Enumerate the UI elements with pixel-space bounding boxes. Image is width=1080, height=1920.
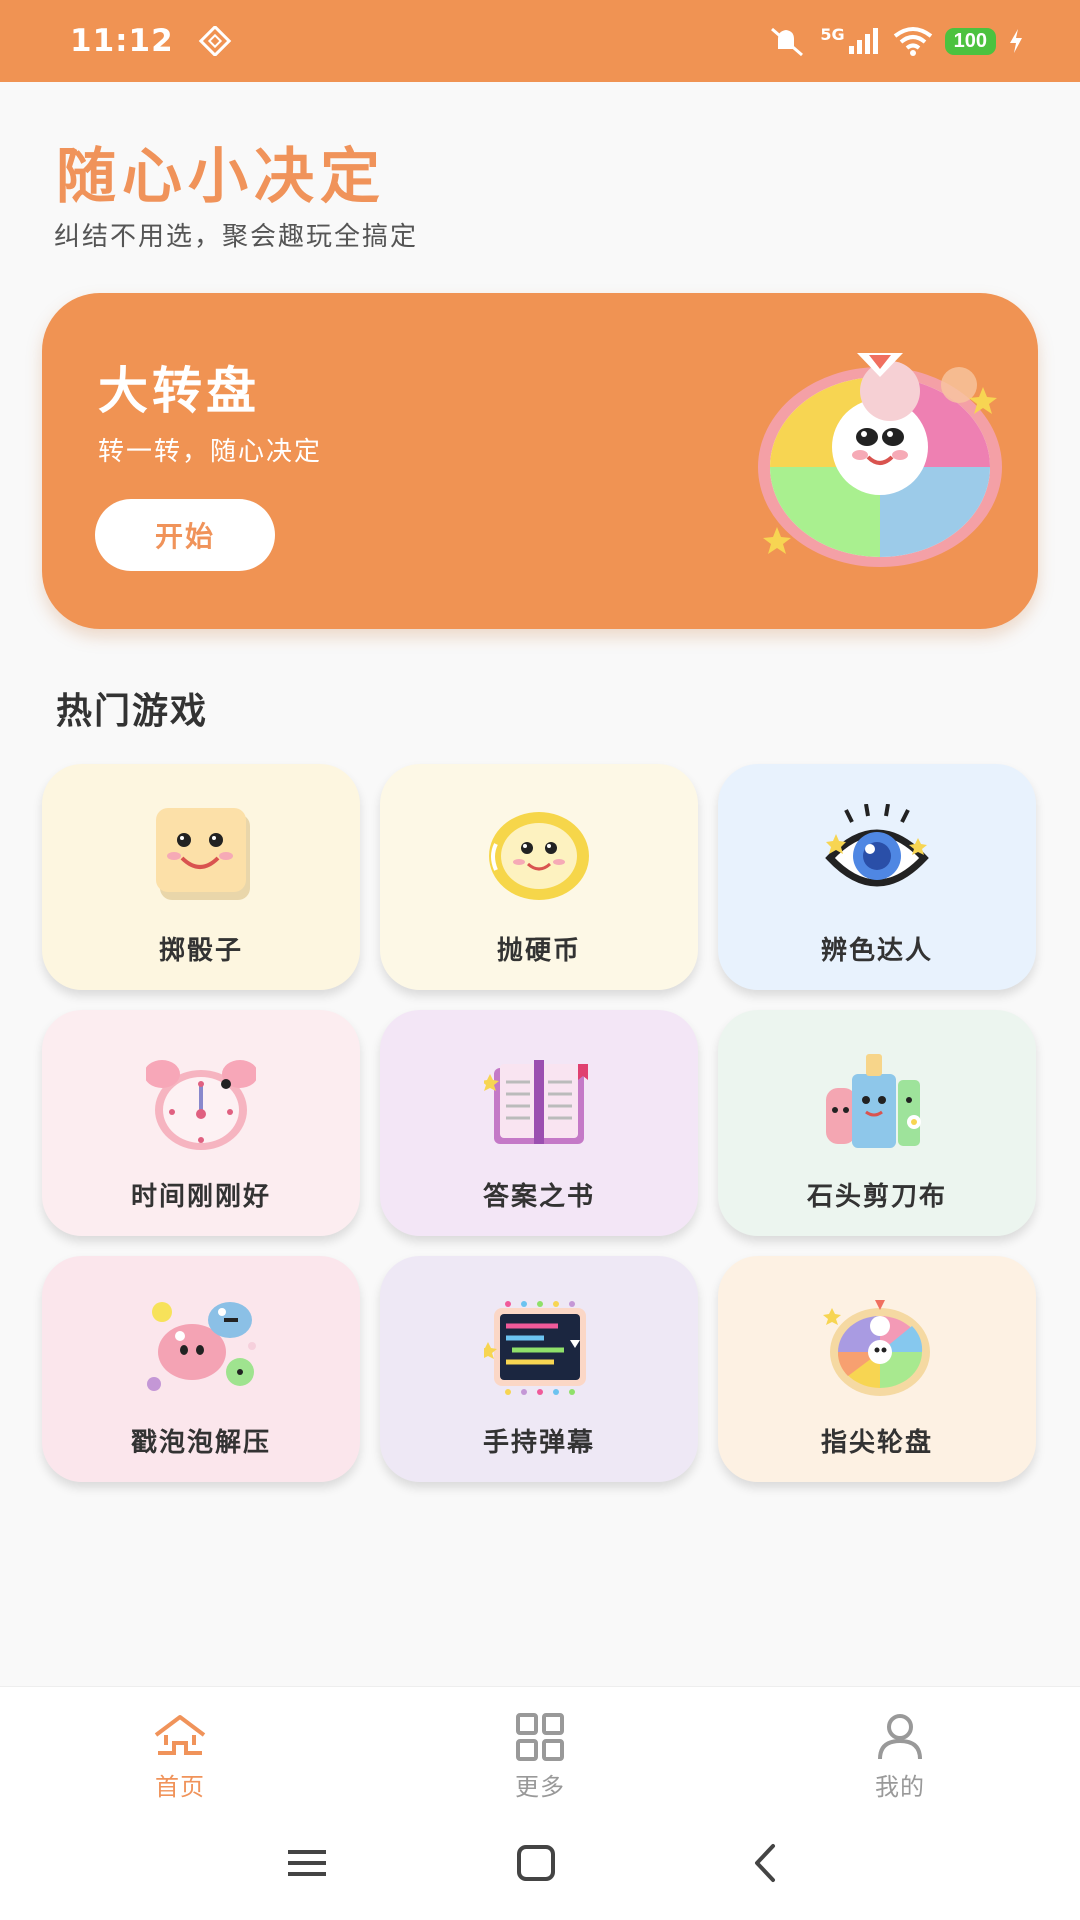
lucky-wheel-icon bbox=[758, 353, 1002, 567]
bottom-nav: 首页 更多 我的 bbox=[0, 1686, 1080, 1814]
section-title: 热门游戏 bbox=[56, 691, 209, 732]
status-time: 11:12 bbox=[70, 23, 174, 59]
spin-wheel-icon bbox=[823, 1300, 930, 1396]
signal-icon bbox=[848, 28, 878, 54]
alarm-clock-icon bbox=[146, 1060, 256, 1150]
nav-more[interactable]: 更多 bbox=[480, 1713, 600, 1802]
dice-icon bbox=[156, 808, 250, 900]
wifi-icon bbox=[893, 27, 932, 56]
book-icon bbox=[484, 1060, 588, 1144]
game-card-danmaku[interactable]: 手持弹幕 bbox=[380, 1256, 698, 1482]
mute-icon bbox=[771, 27, 804, 57]
game-grid: 掷骰子 抛硬币 辨色达人 时间刚刚好 答案之书 石头剪刀布 戳泡泡解压 手持弹幕… bbox=[42, 764, 1038, 1484]
game-card-coin[interactable]: 抛硬币 bbox=[380, 764, 698, 990]
game-card-timer[interactable]: 时间刚刚好 bbox=[42, 1010, 360, 1236]
system-nav-bar bbox=[0, 1814, 1080, 1920]
game-label: 辨色达人 bbox=[820, 936, 933, 966]
eye-icon bbox=[825, 804, 929, 887]
app-notification-icon bbox=[198, 26, 231, 56]
hero-description: 转一转，随心决定 bbox=[98, 437, 323, 467]
spin-wheel-hero-card[interactable]: 大转盘 转一转，随心决定 开始 bbox=[42, 293, 1038, 629]
game-card-color-eye[interactable]: 辨色达人 bbox=[718, 764, 1036, 990]
nav-home[interactable]: 首页 bbox=[120, 1713, 240, 1802]
back-icon[interactable] bbox=[741, 1838, 791, 1888]
game-card-dice[interactable]: 掷骰子 bbox=[42, 764, 360, 990]
network-type: 5G bbox=[820, 24, 845, 44]
home-icon bbox=[154, 1715, 206, 1755]
page-title: 随心小决定 bbox=[56, 142, 386, 212]
game-label: 手持弹幕 bbox=[482, 1428, 595, 1458]
charging-icon bbox=[1010, 29, 1022, 53]
start-button[interactable]: 开始 bbox=[95, 499, 275, 571]
game-card-rock-paper-scissors[interactable]: 石头剪刀布 bbox=[718, 1010, 1036, 1236]
battery-indicator: 100 bbox=[944, 27, 996, 55]
bubbles-icon bbox=[147, 1302, 256, 1391]
home-square-icon[interactable] bbox=[511, 1838, 561, 1888]
grid-icon bbox=[516, 1713, 564, 1761]
game-card-answer-book[interactable]: 答案之书 bbox=[380, 1010, 698, 1236]
game-label: 石头剪刀布 bbox=[806, 1182, 947, 1212]
profile-icon bbox=[878, 1714, 922, 1760]
game-label: 掷骰子 bbox=[158, 936, 243, 966]
game-card-finger-wheel[interactable]: 指尖轮盘 bbox=[718, 1256, 1036, 1482]
status-bar: 11:12 5G 100 bbox=[0, 0, 1080, 82]
menu-icon[interactable] bbox=[282, 1838, 332, 1888]
nav-mine-label: 我的 bbox=[875, 1773, 925, 1801]
rock-paper-scissors-icon bbox=[826, 1054, 921, 1148]
nav-more-label: 更多 bbox=[515, 1773, 565, 1801]
game-label: 时间刚刚好 bbox=[130, 1182, 271, 1212]
game-label: 指尖轮盘 bbox=[820, 1428, 933, 1458]
game-label: 答案之书 bbox=[482, 1182, 595, 1212]
game-label: 戳泡泡解压 bbox=[130, 1428, 271, 1458]
hero-title: 大转盘 bbox=[98, 362, 260, 420]
game-label: 抛硬币 bbox=[496, 936, 581, 966]
danmaku-screen-icon bbox=[484, 1301, 586, 1395]
game-card-bubbles[interactable]: 戳泡泡解压 bbox=[42, 1256, 360, 1482]
nav-mine[interactable]: 我的 bbox=[840, 1713, 960, 1802]
nav-home-label: 首页 bbox=[155, 1773, 205, 1801]
coin-icon bbox=[489, 812, 589, 900]
page-subtitle: 纠结不用选，聚会趣玩全搞定 bbox=[54, 222, 419, 252]
